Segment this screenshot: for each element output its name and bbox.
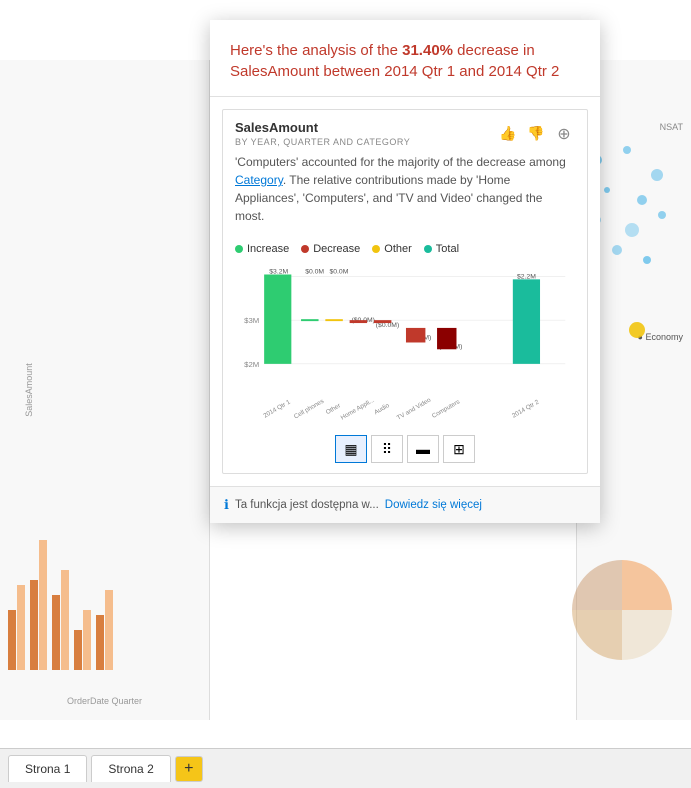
x-axis-label: OrderDate Quarter: [67, 696, 142, 706]
info-bar: ℹ Ta funkcja jest dostępna w... Dowiedz …: [210, 486, 600, 523]
add-button[interactable]: ⊕: [553, 123, 575, 145]
chart-type-scatter[interactable]: ⠿: [371, 435, 403, 463]
svg-text:Cell phones: Cell phones: [293, 398, 325, 421]
info-text: Ta funkcja jest dostępna w...: [235, 499, 379, 511]
bar-computers: [437, 328, 456, 349]
svg-text:2014 Qtr 1: 2014 Qtr 1: [262, 398, 292, 419]
chart-type-bar[interactable]: ▬: [407, 435, 439, 463]
svg-text:$3M: $3M: [244, 316, 259, 325]
bg-bar-group-2: [30, 540, 47, 670]
legend-increase-label: Increase: [247, 243, 289, 255]
learn-more-link[interactable]: Dowiedz się więcej: [385, 499, 482, 511]
popup-title: Here's the analysis of the 31.40% decrea…: [230, 40, 580, 82]
legend-decrease-label: Decrease: [313, 243, 360, 255]
card-subtitle: BY YEAR, QUARTER AND CATEGORY: [235, 137, 410, 147]
tab-strona1[interactable]: Strona 1: [8, 755, 87, 782]
bg-bar-groups: [8, 320, 198, 670]
popup-pct: 31.40%: [402, 42, 453, 59]
waterfall-chart: $3M $2M $3.2M $0.0M $0.0M ($0.0M) ($0.0M…: [235, 263, 575, 421]
bar-cellphones: [301, 319, 318, 321]
bar-2014-qtr1: [264, 274, 291, 363]
info-icon: ℹ: [224, 497, 229, 513]
legend-total-dot: [424, 245, 432, 253]
svg-text:$2.2M: $2.2M: [517, 273, 536, 280]
legend-total: Total: [424, 243, 459, 255]
bg-bar: [74, 630, 82, 670]
chart-legend: Increase Decrease Other Total: [223, 235, 587, 259]
bar-homeappli: [350, 320, 367, 323]
tab-strona2[interactable]: Strona 2: [91, 755, 170, 782]
legend-decrease-dot: [301, 245, 309, 253]
svg-text:Audio: Audio: [373, 402, 391, 416]
bg-bar: [39, 540, 47, 670]
tab-add-button[interactable]: +: [175, 756, 203, 782]
card-header: SalesAmount BY YEAR, QUARTER AND CATEGOR…: [223, 110, 587, 153]
svg-text:Computers: Computers: [431, 398, 461, 419]
bg-bar: [17, 585, 25, 670]
popup-title-prefix: Here's the analysis of the: [230, 42, 402, 59]
y-axis-label: SalesAmount: [24, 363, 34, 417]
inner-card: SalesAmount BY YEAR, QUARTER AND CATEGOR…: [222, 109, 588, 474]
category-link[interactable]: Category: [235, 173, 283, 187]
card-title: SalesAmount: [235, 120, 410, 135]
background-chart-left: SalesAmount OrderDate Quarter: [0, 60, 210, 720]
bg-bar: [30, 580, 38, 670]
bg-bar: [8, 610, 16, 670]
card-description: 'Computers' accounted for the majority o…: [223, 153, 587, 235]
desc-text-1: 'Computers' accounted for the majority o…: [235, 155, 566, 169]
pie-chart-bg: [567, 550, 677, 670]
bg-bar: [61, 570, 69, 670]
bar-audio: [374, 320, 391, 323]
bg-bar-group-4: [74, 610, 91, 670]
legend-decrease: Decrease: [301, 243, 360, 255]
svg-text:Home Appli...: Home Appli...: [340, 397, 376, 421]
card-title-group: SalesAmount BY YEAR, QUARTER AND CATEGOR…: [235, 120, 410, 147]
legend-increase: Increase: [235, 243, 289, 255]
bg-bar-group-1: [8, 585, 25, 670]
svg-text:$2M: $2M: [244, 360, 259, 369]
legend-other-label: Other: [384, 243, 412, 255]
popup-header: Here's the analysis of the 31.40% decrea…: [210, 20, 600, 97]
svg-text:$3.2M: $3.2M: [269, 269, 288, 276]
chart-type-waterfall[interactable]: ▦: [335, 435, 367, 463]
thumbs-down-button[interactable]: 👎: [525, 123, 547, 145]
bg-bar: [105, 590, 113, 670]
tabs-bar: Strona 1 Strona 2 +: [0, 748, 691, 788]
thumbs-up-button[interactable]: 👍: [497, 123, 519, 145]
bg-bar: [83, 610, 91, 670]
legend-increase-dot: [235, 245, 243, 253]
svg-text:$0.0M: $0.0M: [305, 269, 324, 276]
bg-bar: [96, 615, 104, 670]
svg-text:TV and Video: TV and Video: [396, 396, 433, 421]
bar-other: [325, 319, 342, 321]
chart-type-selector: ▦ ⠿ ▬ ⊞: [223, 429, 587, 473]
bg-bar-group-3: [52, 570, 69, 670]
bar-2014-qtr2: [513, 279, 540, 364]
svg-text:Other: Other: [325, 402, 342, 416]
legend-other-dot: [372, 245, 380, 253]
svg-text:2014 Qtr 2: 2014 Qtr 2: [511, 398, 541, 419]
chart-area: $3M $2M $3.2M $0.0M $0.0M ($0.0M) ($0.0M…: [223, 259, 587, 429]
svg-text:$0.0M: $0.0M: [329, 269, 348, 276]
bg-bar: [52, 595, 60, 670]
bg-bar-group-5: [96, 590, 113, 670]
bar-tvvideo: [406, 328, 425, 343]
main-popup: Here's the analysis of the 31.40% decrea…: [210, 20, 600, 523]
legend-total-label: Total: [436, 243, 459, 255]
chart-type-grid[interactable]: ⊞: [443, 435, 475, 463]
card-actions: 👍 👎 ⊕: [497, 123, 575, 145]
legend-other: Other: [372, 243, 412, 255]
